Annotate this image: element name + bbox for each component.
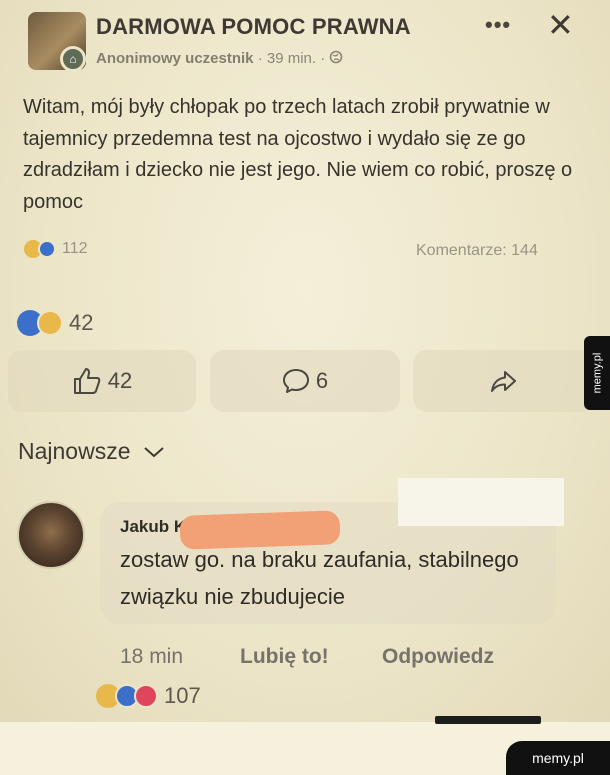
post-meta: Anonimowy uczestnik · 39 min. · xyxy=(96,50,343,67)
group-title[interactable]: DARMOWA POMOC PRAWNA xyxy=(96,14,411,40)
corner-watermark: memy.pl xyxy=(506,741,610,775)
share-arrow-icon xyxy=(491,371,516,392)
meta-separator: · xyxy=(257,50,263,67)
chevron-down-icon xyxy=(143,446,164,457)
redaction-patch xyxy=(398,478,564,526)
comment-reactions[interactable]: 107 xyxy=(96,683,201,709)
side-watermark: memy.pl xyxy=(584,336,610,410)
close-icon[interactable]: ✕ xyxy=(547,6,574,44)
comment-time[interactable]: 18 min xyxy=(120,645,183,669)
share-button[interactable] xyxy=(413,350,593,412)
more-dots-icon[interactable]: ••• xyxy=(485,12,511,38)
love-reaction-icon xyxy=(134,684,158,708)
engagement-reactions[interactable]: 42 xyxy=(17,310,93,336)
post-reactions[interactable]: 112 xyxy=(24,240,88,258)
thumbs-up-icon xyxy=(73,368,100,394)
comment-text: zostaw go. na braku zaufania, stabilnego… xyxy=(120,547,519,609)
comment-count: 6 xyxy=(315,368,329,393)
post-text: Witam, mój były chłopak po trzech latach… xyxy=(23,96,573,213)
meta-separator-2: · xyxy=(320,50,326,67)
haha-reaction-icon xyxy=(37,310,63,336)
post-time[interactable]: 39 min. xyxy=(267,50,316,67)
sort-label: Najnowsze xyxy=(18,438,131,464)
comment-like-button[interactable]: Lubię to! xyxy=(240,645,329,669)
like-button[interactable]: 42 xyxy=(8,350,196,412)
corner-watermark-text: memy.pl xyxy=(532,750,584,766)
comment-reply-button[interactable]: Odpowiedz xyxy=(382,645,494,669)
like-reaction-icon xyxy=(38,240,56,258)
engagement-reactions-count: 42 xyxy=(69,310,94,335)
globe-icon xyxy=(330,50,343,64)
comment-button[interactable]: 6 xyxy=(210,350,400,412)
post-reactions-count: 112 xyxy=(62,240,88,257)
group-badge-icon: ⌂ xyxy=(60,46,86,72)
comments-count-link[interactable]: Komentarze: 144 xyxy=(416,242,538,260)
commenter-avatar[interactable] xyxy=(17,501,85,569)
comment-reactions-count: 107 xyxy=(164,683,201,708)
comment-bubble-icon xyxy=(282,369,309,393)
sort-dropdown[interactable]: Najnowsze xyxy=(18,438,165,465)
comment-author[interactable]: Jakub K xyxy=(120,517,186,537)
side-watermark-text: memy.pl xyxy=(591,352,603,394)
post-author[interactable]: Anonimowy uczestnik xyxy=(96,50,254,67)
like-count: 42 xyxy=(107,368,133,393)
black-bar xyxy=(435,716,541,724)
